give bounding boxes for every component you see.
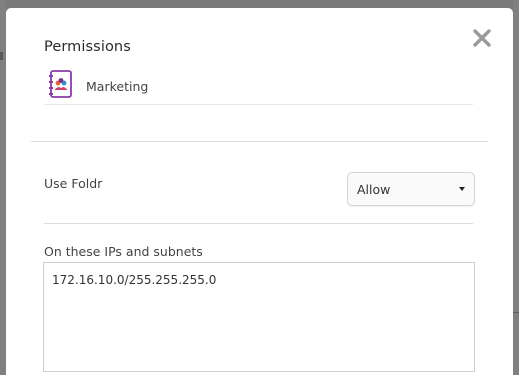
close-button[interactable] (469, 25, 495, 51)
ips-label: On these IPs and subnets (44, 244, 203, 259)
caret-down-icon (459, 187, 465, 191)
permissions-dialog: Permissions Marketing Use Foldr Allow On… (6, 8, 513, 375)
close-icon (473, 29, 491, 47)
select-value: Allow (357, 182, 391, 197)
permission-item: Marketing (44, 68, 473, 105)
item-label: Marketing (86, 79, 149, 94)
section-divider (31, 141, 488, 142)
ips-textarea[interactable]: 172.16.10.0/255.255.255.0 (43, 262, 475, 372)
backdrop-line (513, 312, 519, 313)
use-foldr-select[interactable]: Allow (347, 172, 475, 206)
backdrop-right (513, 0, 519, 375)
backdrop-mark (0, 52, 3, 60)
field-divider (44, 223, 473, 224)
dialog-title: Permissions (44, 39, 131, 55)
address-book-icon (48, 69, 74, 99)
use-foldr-label: Use Foldr (44, 176, 103, 191)
ips-value: 172.16.10.0/255.255.255.0 (52, 273, 217, 287)
